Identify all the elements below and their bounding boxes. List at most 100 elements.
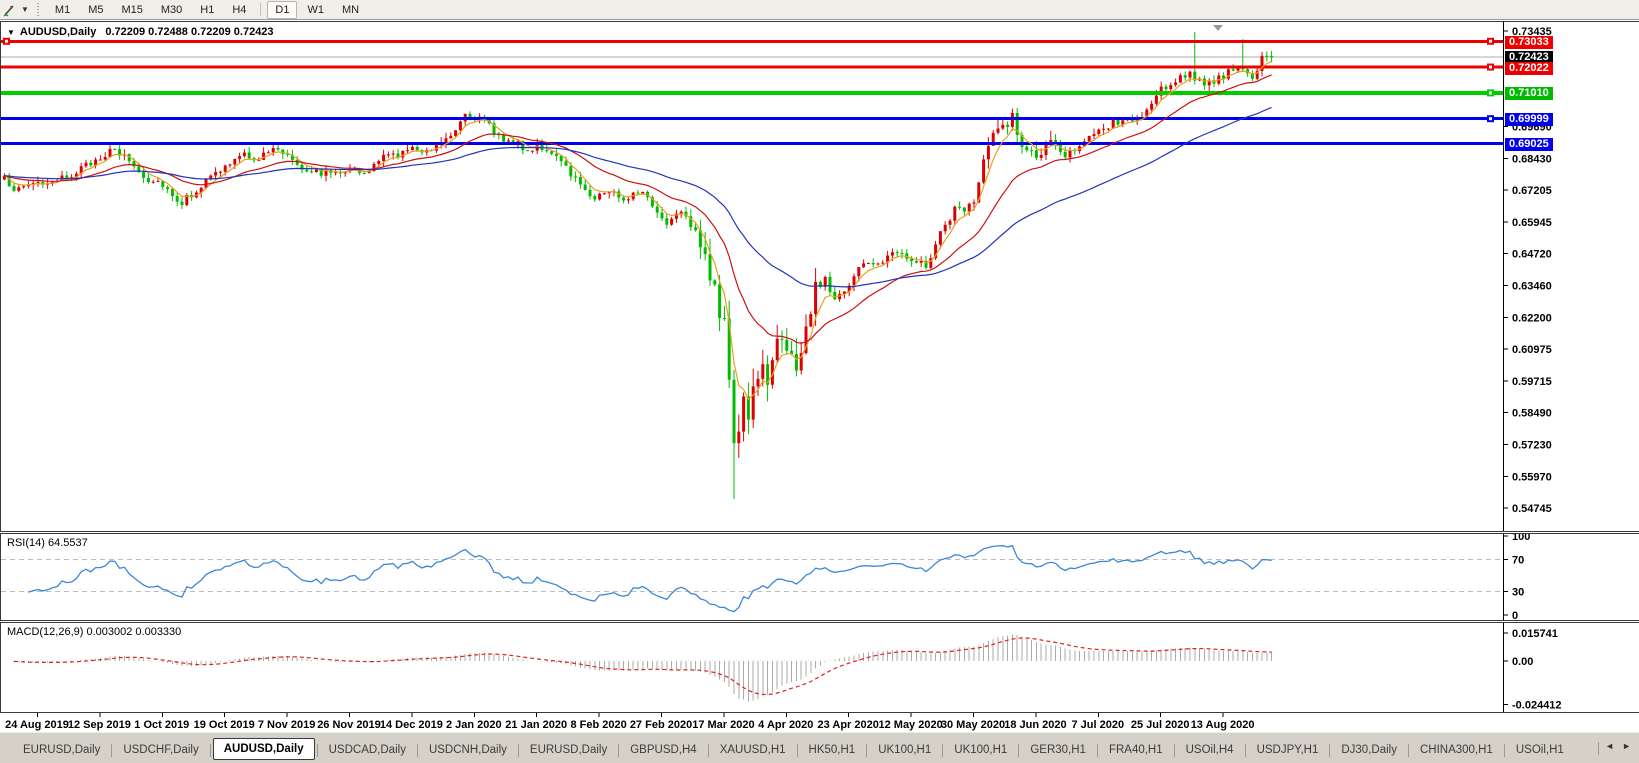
y-axis-tick-label: 0.65945: [1512, 217, 1552, 229]
chart-tab-usdjpy-h1[interactable]: USDJPY,H1: [1248, 740, 1328, 760]
x-axis-date-label: 19 Oct 2019: [194, 719, 255, 731]
cursor-tool-dropdown-icon[interactable]: ▼: [21, 5, 29, 14]
tab-separator: [1173, 743, 1175, 757]
main-chart-panel: ▼ AUDUSD,Daily 0.72209 0.72488 0.72209 0…: [0, 21, 1639, 532]
chart-tab-eurusd-daily[interactable]: EURUSD,Daily: [14, 740, 109, 760]
toolbar-grip[interactable]: [35, 2, 40, 17]
tab-separator: [618, 743, 620, 757]
x-axis-date-label: 26 Nov 2019: [317, 719, 381, 731]
date-axis[interactable]: 24 Aug 2019 12 Sep 2019 1 Oct 2019 19 Oct 2…: [0, 713, 1639, 732]
x-axis-date-label: 4 Apr 2020: [758, 719, 813, 731]
x-axis-date-label: 12 May 2020: [878, 719, 942, 731]
chart-tab-usoil-h4[interactable]: USOil,H4: [1177, 740, 1243, 760]
chart-tab-usdcnh-daily[interactable]: USDCNH,Daily: [420, 740, 516, 760]
timeframe-button-m5[interactable]: M5: [80, 1, 111, 19]
chart-tab-hk50-h1[interactable]: HK50,H1: [800, 740, 865, 760]
tab-separator: [866, 743, 868, 757]
macd-axis-label: -0.024412: [1512, 699, 1562, 711]
tab-separator: [316, 743, 318, 757]
candlestick-series: [2, 31, 1274, 499]
timeframe-button-m15[interactable]: M15: [113, 1, 150, 19]
tab-separator: [1503, 743, 1505, 757]
chart-tab-dj30-daily[interactable]: DJ30,Daily: [1332, 740, 1406, 760]
chart-tab-fra40-h1[interactable]: FRA40,H1: [1100, 740, 1172, 760]
chart-symbol-period: AUDUSD,Daily: [19, 26, 97, 38]
y-axis-tick-label: 0.57230: [1512, 440, 1552, 452]
tab-separator: [707, 743, 709, 757]
price-badge: 0.73033: [1505, 35, 1553, 49]
timeframe-button-d1[interactable]: D1: [267, 0, 298, 19]
x-axis-date-label: 1 Oct 2019: [134, 719, 189, 731]
shift-end-marker-icon[interactable]: [1213, 25, 1223, 31]
timeframe-buttons: M1 M5 M15 M30 H1 H4 D1 W1 MN: [46, 0, 368, 19]
chart-tab-usdcad-daily[interactable]: USDCAD,Daily: [320, 740, 415, 760]
x-axis-date-label: 7 Nov 2019: [258, 719, 315, 731]
tab-separator: [1244, 743, 1246, 757]
tab-scroll-arrows: ◄ ►: [1601, 733, 1639, 751]
macd-axis-label: 0.015741: [1512, 628, 1558, 640]
timeframe-button-w1[interactable]: W1: [299, 1, 332, 19]
x-axis-date-label: 17 Mar 2020: [692, 719, 754, 731]
timeframe-button-m30[interactable]: M30: [153, 1, 190, 19]
macd-axis-label: 0.00: [1512, 656, 1533, 668]
main-chart-plot[interactable]: 0.734350.696900.684300.672050.659450.647…: [1, 22, 1639, 531]
price-badge: 0.71010: [1505, 87, 1553, 101]
chart-tab-eurusd-daily[interactable]: EURUSD,Daily: [521, 740, 616, 760]
moving-average-52: [4, 106, 1272, 288]
x-axis-date-label: 7 Jul 2020: [1072, 719, 1125, 731]
chart-tab-usdchf-daily[interactable]: USDCHF,Daily: [114, 740, 207, 760]
y-axis-tick-label: 0.68430: [1512, 154, 1552, 166]
x-axis-date-label: 21 Jan 2020: [505, 719, 567, 731]
timeframe-button-m1[interactable]: M1: [47, 1, 78, 19]
tab-scroll-left-icon[interactable]: ◄: [1605, 741, 1614, 751]
tab-scroll-right-icon[interactable]: ►: [1622, 741, 1631, 751]
tab-separator: [1407, 743, 1409, 757]
y-axis-tick-label: 0.58490: [1512, 407, 1552, 419]
tab-separator: [1598, 742, 1600, 755]
rsi-axis-label: 100: [1512, 534, 1530, 543]
chart-ohlc-values: 0.72209 0.72488 0.72209 0.72423: [105, 26, 274, 38]
chart-tabs: EURUSD,Daily USDCHF,Daily AUDUSD,Daily USDC…: [0, 733, 1596, 762]
y-axis-tick-label: 0.60975: [1512, 344, 1552, 356]
rsi-axis-label: 0: [1512, 610, 1518, 620]
moving-average-20: [4, 74, 1272, 344]
rsi-label: RSI(14) 64.5537: [7, 537, 88, 549]
x-axis-date-label: 24 Aug 2019: [5, 719, 69, 731]
x-axis-date-label: 27 Feb 2020: [630, 719, 692, 731]
chart-tab-audusd-daily[interactable]: AUDUSD,Daily: [212, 738, 315, 760]
rsi-panel: RSI(14) 64.5537 100 70 30 0: [0, 533, 1639, 621]
tab-separator: [1096, 743, 1098, 757]
rsi-axis-label: 70: [1512, 555, 1524, 567]
x-axis-date-label: 14 Dec 2019: [380, 719, 443, 731]
tab-separator: [942, 743, 944, 757]
rsi-plot[interactable]: 100 70 30 0: [1, 534, 1639, 620]
chart-tab-gbpusd-h4[interactable]: GBPUSD,H4: [621, 740, 705, 760]
chart-tab-xauusd-h1[interactable]: XAUUSD,H1: [711, 740, 795, 760]
toolbar: ▼ M1 M5 M15 M30 H1 H4 D1 W1 MN: [0, 0, 1639, 20]
y-axis-tick-label: 0.67205: [1512, 185, 1552, 197]
x-axis-date-label: 30 May 2020: [941, 719, 1005, 731]
y-axis-tick-label: 0.54745: [1512, 503, 1552, 515]
x-axis-date-label: 23 Apr 2020: [818, 719, 879, 731]
timeframe-button-h1[interactable]: H1: [192, 1, 222, 19]
timeframe-button-mn[interactable]: MN: [334, 1, 367, 19]
y-axis-tick-label: 0.55970: [1512, 472, 1552, 484]
cursor-tool-icon[interactable]: [2, 2, 20, 18]
macd-panel: MACD(12,26,9) 0.003002 0.003330 0.015741…: [0, 622, 1639, 713]
tab-separator: [796, 743, 798, 757]
macd-plot[interactable]: 0.015741 0.00 -0.024412: [1, 623, 1639, 712]
x-axis-date-label: 8 Feb 2020: [570, 719, 626, 731]
chart-tab-uk100-h1[interactable]: UK100,H1: [945, 740, 1016, 760]
timeframe-button-h4[interactable]: H4: [224, 1, 254, 19]
chart-tab-usoil-h1[interactable]: USOil,H1: [1507, 740, 1573, 760]
macd-label: MACD(12,26,9) 0.003002 0.003330: [7, 626, 182, 638]
trading-terminal-window: ▼ M1 M5 M15 M30 H1 H4 D1 W1 MN ▼ AUDUSD,Daily 0.…: [0, 0, 1639, 763]
toolbar-separator: [260, 3, 262, 16]
chart-tab-ger30-h1[interactable]: GER30,H1: [1021, 740, 1095, 760]
x-axis-date-label: 2 Jan 2020: [446, 719, 502, 731]
chart-tab-china300-h1[interactable]: CHINA300,H1: [1411, 740, 1502, 760]
tab-separator: [111, 743, 113, 757]
chart-tab-uk100-h1[interactable]: UK100,H1: [869, 740, 940, 760]
chart-title-collapse-icon[interactable]: ▼: [7, 28, 15, 37]
tab-separator: [517, 743, 519, 757]
